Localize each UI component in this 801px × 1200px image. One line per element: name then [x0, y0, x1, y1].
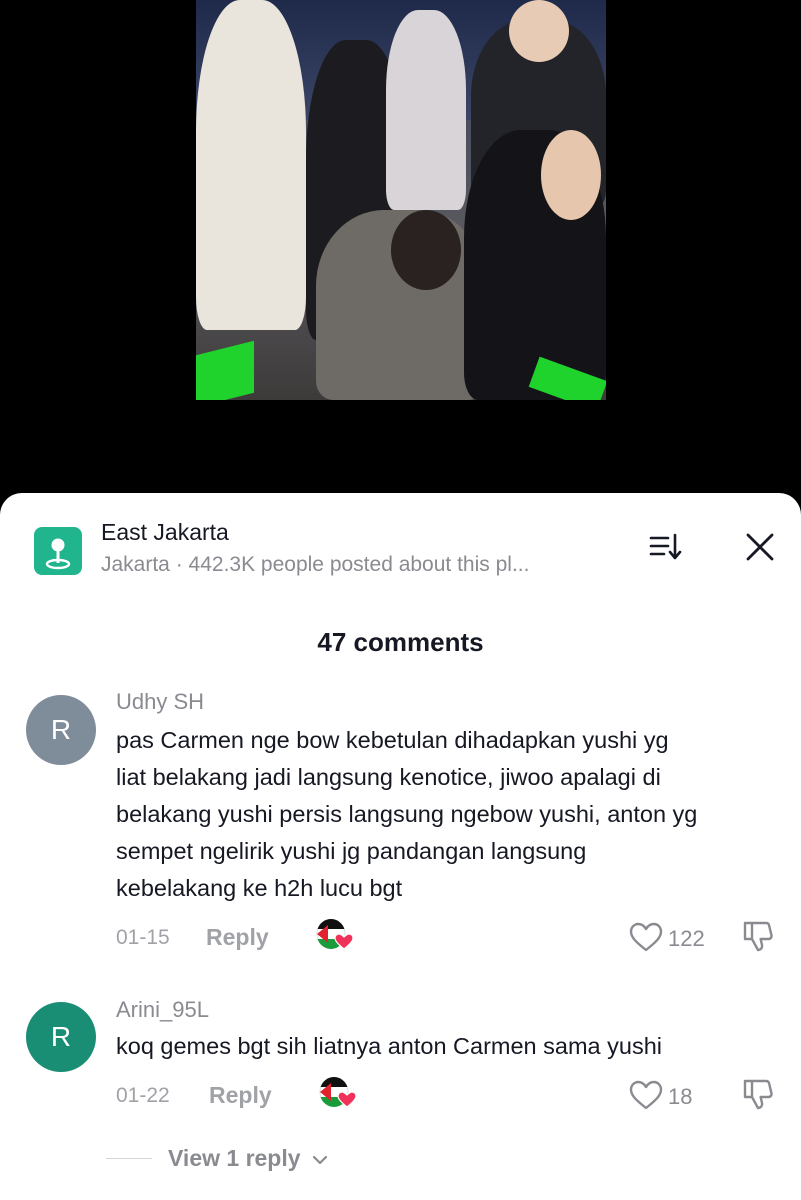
- heart-outline-icon[interactable]: [628, 921, 664, 953]
- video-figure: [196, 0, 306, 330]
- divider: [106, 1158, 152, 1159]
- avatar[interactable]: R: [26, 695, 96, 765]
- view-replies-button[interactable]: View 1 reply: [168, 1145, 329, 1173]
- comment-text-line: koq gemes bgt sih liatnya anton Carmen s…: [116, 1033, 663, 1059]
- heart-outline-icon[interactable]: [628, 1079, 664, 1111]
- like-count: 18: [668, 1084, 693, 1109]
- view-replies-label: View 1 reply: [168, 1145, 301, 1171]
- comment-text-line: pas Carmen nge bow kebetulan dihadapkan …: [116, 727, 669, 753]
- video-figure: [541, 130, 601, 220]
- comments-sheet: East Jakarta Jakarta · 442.3K people pos…: [0, 493, 801, 1200]
- video-frame[interactable]: [196, 0, 606, 400]
- comments-count: 47 comments: [317, 627, 484, 657]
- palestine-flag-heart-sticker: [319, 1077, 357, 1111]
- video-figure: [386, 10, 466, 210]
- location-title[interactable]: East Jakarta: [101, 519, 229, 546]
- thumbs-down-icon[interactable]: [742, 919, 774, 953]
- thumbs-down-icon[interactable]: [742, 1077, 774, 1111]
- comment-text-line: kebelakang ke h2h lucu bgt: [116, 875, 403, 901]
- close-icon[interactable]: [740, 527, 780, 567]
- reply-button[interactable]: Reply: [206, 924, 269, 951]
- comment-date: 01-15: [116, 926, 170, 949]
- location-banner[interactable]: East Jakarta Jakarta · 442.3K people pos…: [34, 517, 774, 587]
- comment-username[interactable]: Arini_95L: [116, 997, 209, 1023]
- comment-text: koq gemes bgt sih liatnya anton Carmen s…: [116, 1028, 786, 1065]
- palestine-flag-heart-sticker: [316, 919, 354, 953]
- chevron-down-icon: [311, 1146, 329, 1173]
- reply-button[interactable]: Reply: [209, 1082, 272, 1109]
- video-figure: [509, 0, 569, 62]
- comment-username[interactable]: Udhy SH: [116, 689, 204, 715]
- map-pin-icon: [34, 527, 82, 575]
- comment-date: 01-22: [116, 1084, 170, 1107]
- comment-text-line: sempet ngelirik yushi jg pandangan langs…: [116, 838, 587, 864]
- video-figure: [391, 210, 461, 290]
- avatar[interactable]: R: [26, 1002, 96, 1072]
- video-area[interactable]: [0, 0, 801, 520]
- comment-text: pas Carmen nge bow kebetulan dihadapkan …: [116, 722, 786, 907]
- sort-icon[interactable]: [646, 527, 686, 567]
- comment-text-line: belakang yushi persis langsung ngebow yu…: [116, 801, 698, 827]
- green-card: [196, 340, 254, 400]
- comment-text-line: liat belakang jadi langsung kenotice, ji…: [116, 764, 661, 790]
- like-count: 122: [668, 926, 705, 951]
- location-subtitle: Jakarta · 442.3K people posted about thi…: [101, 553, 530, 576]
